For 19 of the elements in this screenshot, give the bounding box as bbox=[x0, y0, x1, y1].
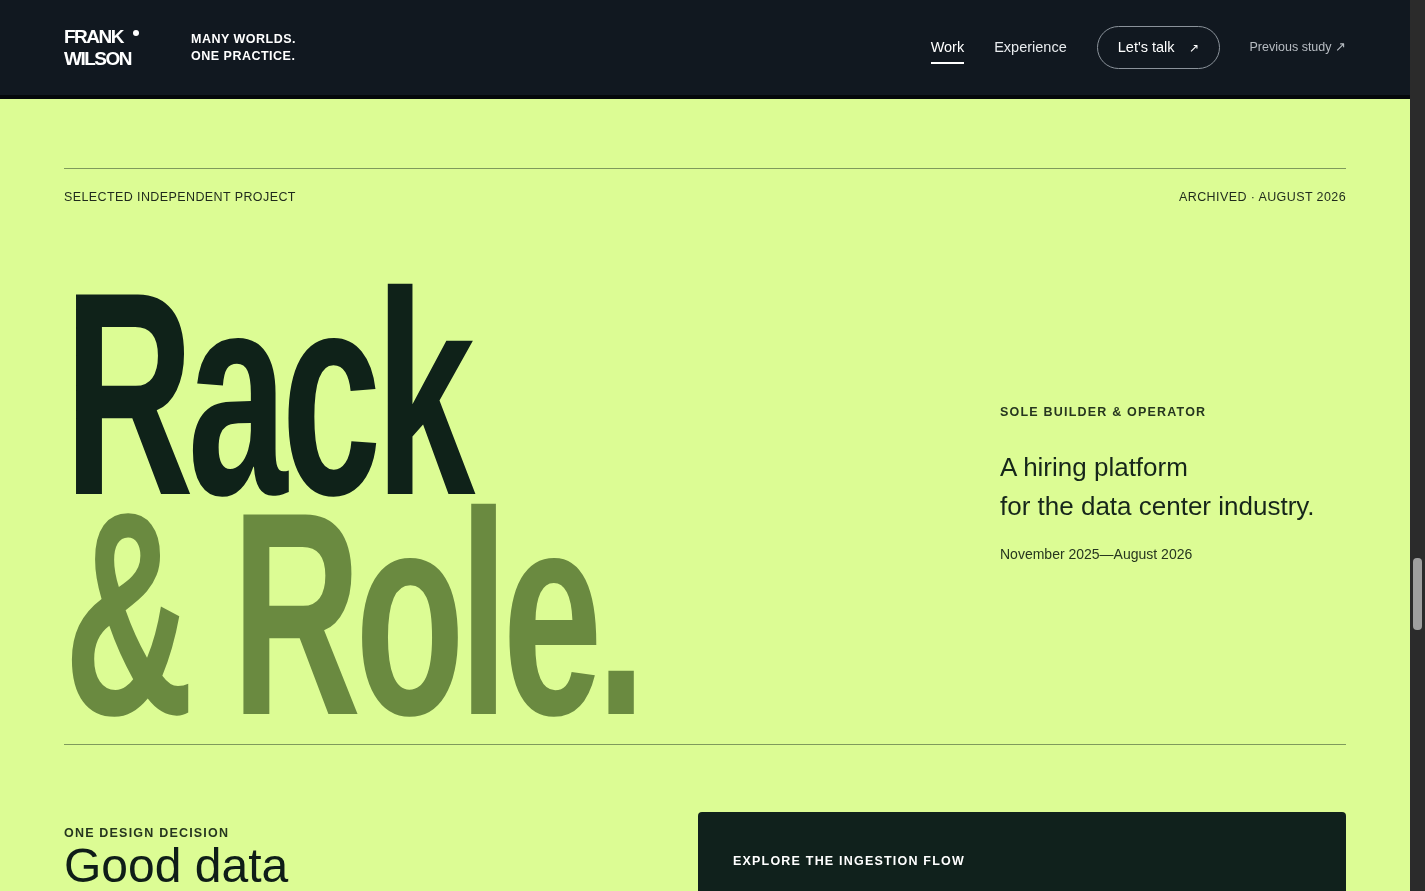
project-dates: November 2025—August 2026 bbox=[1000, 545, 1194, 565]
scrollbar[interactable] bbox=[1410, 0, 1425, 891]
panel-label: EXPLORE THE INGESTION FLOW bbox=[733, 852, 966, 870]
nav-tab[interactable]: Experience bbox=[994, 36, 1067, 65]
title-line: & Role. bbox=[64, 502, 640, 723]
project-summary: A hiring platform for the data center industry. bbox=[1000, 451, 1315, 524]
logo[interactable]: FRANK WILSON bbox=[64, 25, 131, 70]
scroll-thumb[interactable] bbox=[1413, 558, 1422, 630]
tagline: MANY WORLDS. bbox=[191, 30, 297, 48]
previous-study-link[interactable]: Previous study ↗ bbox=[1249, 38, 1346, 57]
section-eyebrow: ONE DESIGN DECISION bbox=[64, 824, 231, 842]
project-eyebrow: SELECTED INDEPENDENT PROJECT bbox=[64, 189, 296, 206]
arrow-icon: ↗ bbox=[1188, 38, 1199, 57]
nav-tab[interactable]: Work bbox=[930, 36, 965, 65]
role-label: SOLE BUILDER & OPERATOR bbox=[1000, 404, 1208, 422]
title-line: Rack bbox=[64, 282, 470, 503]
tagline: ONE PRACTICE. bbox=[191, 47, 297, 65]
section-heading: Good data bbox=[64, 842, 290, 889]
archive-date: ARCHIVED · AUGUST 2026 bbox=[1179, 189, 1346, 206]
